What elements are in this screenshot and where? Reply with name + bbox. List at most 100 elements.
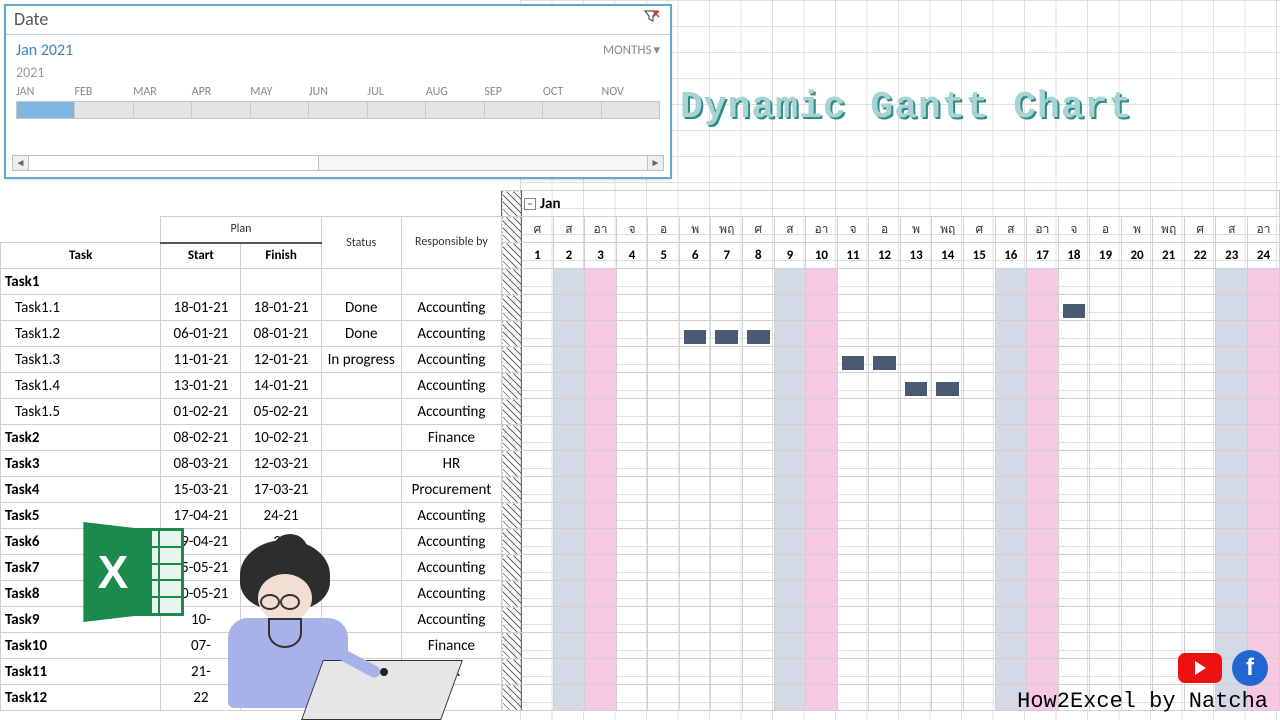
day-cell[interactable] [963,633,995,659]
day-cell[interactable] [648,347,680,373]
status-cell[interactable] [321,269,401,295]
day-cell[interactable] [1184,451,1216,477]
slicer-month-cell[interactable] [134,102,192,118]
day-cell[interactable] [995,503,1027,529]
day-cell[interactable] [1248,503,1280,529]
day-cell[interactable] [1090,321,1122,347]
day-cell[interactable] [1248,555,1280,581]
day-cell[interactable] [995,269,1027,295]
day-cell[interactable] [648,451,680,477]
day-cell[interactable] [1153,373,1185,399]
day-cell[interactable] [1090,633,1122,659]
day-cell[interactable] [1216,503,1248,529]
day-cell[interactable] [837,269,869,295]
responsible-cell[interactable]: Accounting [401,399,501,425]
table-row[interactable]: Task1007-Finance [1,633,1280,659]
day-cell[interactable] [1058,659,1090,685]
day-cell[interactable] [1216,347,1248,373]
status-cell[interactable]: Done [321,321,401,347]
finish-cell[interactable]: 08-01-21 [241,321,321,347]
day-cell[interactable] [679,503,711,529]
day-cell[interactable] [869,269,901,295]
day-cell[interactable] [1121,503,1153,529]
day-cell[interactable] [679,633,711,659]
day-cell[interactable] [1058,477,1090,503]
day-cell[interactable] [679,347,711,373]
day-cell[interactable] [1027,399,1059,425]
day-cell[interactable] [553,477,585,503]
table-row[interactable]: Task1121-HR [1,659,1280,685]
day-cell[interactable] [679,607,711,633]
table-row[interactable]: Task1.501-02-2105-02-21Accounting [1,399,1280,425]
day-cell[interactable] [1153,607,1185,633]
day-cell[interactable] [806,451,838,477]
day-cell[interactable] [1153,451,1185,477]
day-cell[interactable] [553,399,585,425]
day-cell[interactable] [837,321,869,347]
slicer-month-cell[interactable] [251,102,309,118]
table-row[interactable]: Task1.413-01-2114-01-21Accounting [1,373,1280,399]
start-cell[interactable]: 18-01-21 [161,295,241,321]
facebook-icon[interactable]: f [1232,650,1268,686]
day-cell[interactable] [869,399,901,425]
table-row[interactable]: Task810-05-215-21Accounting [1,581,1280,607]
day-cell[interactable] [743,347,775,373]
day-cell[interactable] [837,295,869,321]
day-cell[interactable] [806,373,838,399]
day-cell[interactable] [585,373,617,399]
day-cell[interactable] [743,321,775,347]
day-cell[interactable] [711,607,743,633]
day-cell[interactable] [743,425,775,451]
day-cell[interactable] [900,529,932,555]
day-cell[interactable] [1153,477,1185,503]
start-cell[interactable]: 01-02-21 [161,399,241,425]
day-cell[interactable] [679,295,711,321]
day-cell[interactable] [774,685,806,711]
day-cell[interactable] [553,295,585,321]
slicer-month-cell[interactable] [75,102,133,118]
day-cell[interactable] [679,477,711,503]
day-cell[interactable] [616,399,648,425]
day-cell[interactable] [522,399,554,425]
day-cell[interactable] [963,503,995,529]
day-cell[interactable] [711,321,743,347]
day-cell[interactable] [1121,399,1153,425]
responsible-cell[interactable]: HR [401,451,501,477]
day-cell[interactable] [522,633,554,659]
day-cell[interactable] [806,633,838,659]
finish-cell[interactable]: 10-02-21 [241,425,321,451]
day-cell[interactable] [616,555,648,581]
day-cell[interactable] [869,451,901,477]
day-cell[interactable] [743,633,775,659]
day-cell[interactable] [1153,529,1185,555]
day-cell[interactable] [616,685,648,711]
day-cell[interactable] [585,633,617,659]
day-cell[interactable] [711,685,743,711]
day-cell[interactable] [553,581,585,607]
day-cell[interactable] [553,685,585,711]
day-cell[interactable] [1248,373,1280,399]
day-cell[interactable] [1027,555,1059,581]
day-cell[interactable] [711,659,743,685]
day-cell[interactable] [1153,295,1185,321]
day-cell[interactable] [648,659,680,685]
day-cell[interactable] [616,659,648,685]
day-cell[interactable] [1248,347,1280,373]
day-cell[interactable] [1058,555,1090,581]
day-cell[interactable] [522,659,554,685]
scroll-left-button[interactable]: ◄ [13,156,29,170]
day-cell[interactable] [553,633,585,659]
day-cell[interactable] [1027,451,1059,477]
day-cell[interactable] [711,529,743,555]
finish-cell[interactable]: 14-01-21 [241,373,321,399]
day-cell[interactable] [1058,581,1090,607]
day-cell[interactable] [806,503,838,529]
day-cell[interactable] [869,555,901,581]
day-cell[interactable] [711,503,743,529]
day-cell[interactable] [522,477,554,503]
status-cell[interactable] [321,425,401,451]
day-cell[interactable] [1058,451,1090,477]
day-cell[interactable] [900,659,932,685]
day-cell[interactable] [995,607,1027,633]
day-cell[interactable] [1027,581,1059,607]
